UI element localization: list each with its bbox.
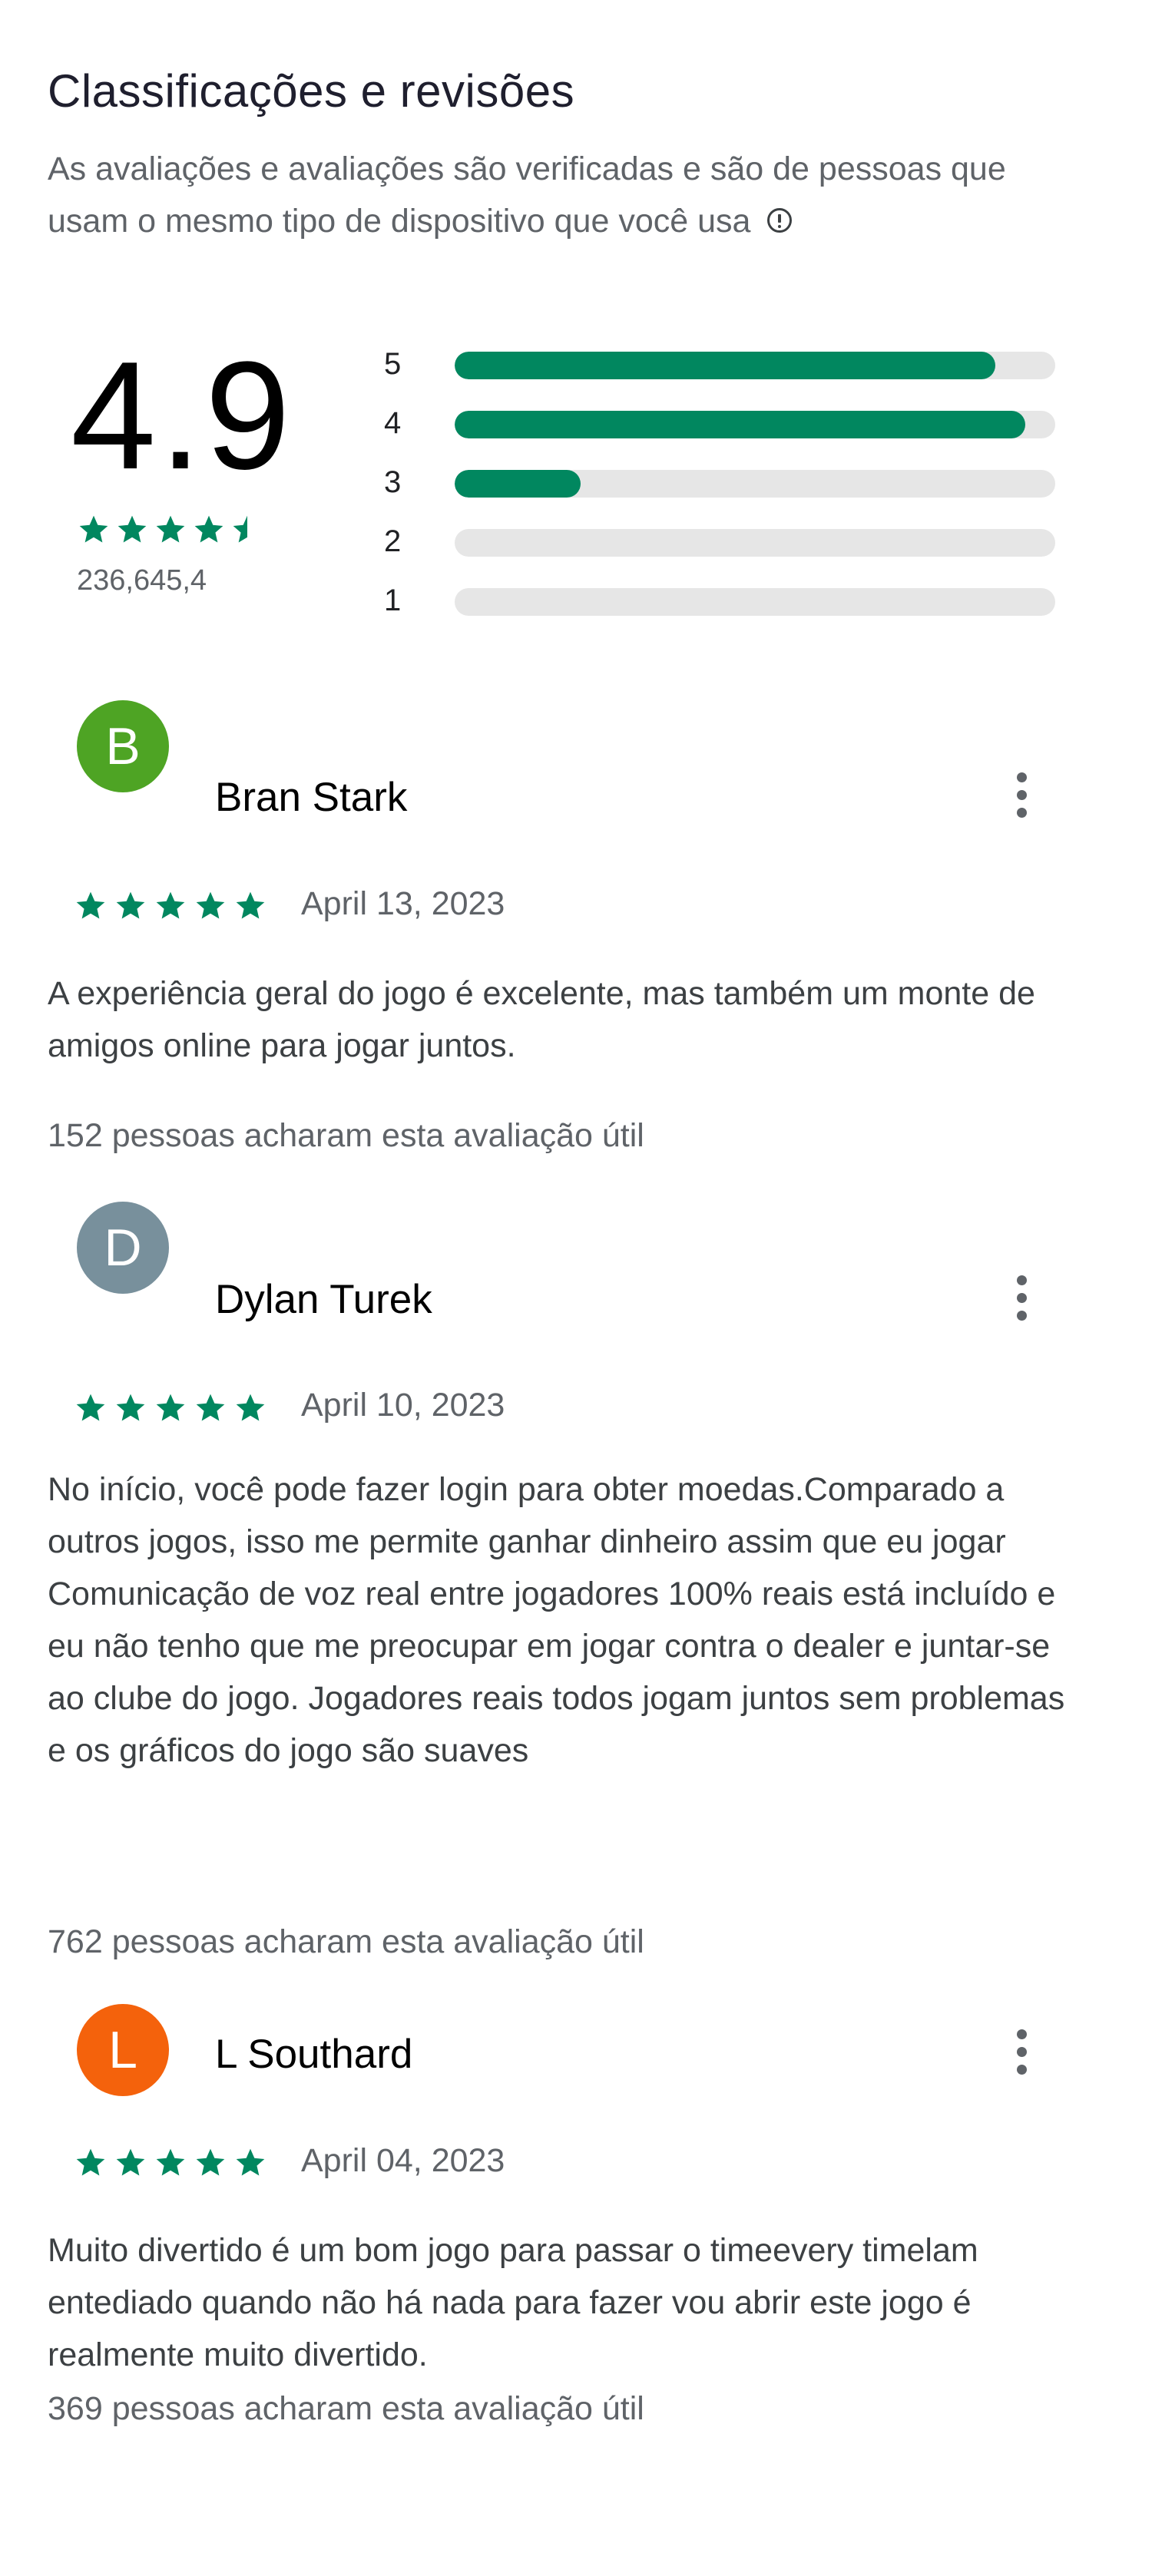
- reviewer-name: Dylan Turek: [215, 1277, 432, 1322]
- review-stars: [74, 1391, 267, 1425]
- reviewer-name: L Southard: [215, 2032, 413, 2077]
- rating-bar-track: [455, 588, 1055, 616]
- star-filled-icon: [156, 515, 185, 543]
- ratings-reviews-page: Classificações e revisões As avaliações …: [0, 0, 1152, 2576]
- star-filled-icon: [116, 2148, 145, 2176]
- info-circle-icon[interactable]: [767, 207, 793, 233]
- rating-bar-track: [455, 352, 1055, 379]
- star-filled-icon: [156, 891, 185, 919]
- rating-bar-row: 1: [384, 584, 1060, 643]
- star-filled-icon: [236, 2148, 265, 2176]
- rating-bar-track: [455, 470, 1055, 498]
- avatar: L: [77, 2004, 169, 2096]
- review-text: No início, você pode fazer login para ob…: [48, 1471, 1065, 1769]
- rating-bar-label: 1: [384, 584, 402, 617]
- more-options-button[interactable]: [1006, 2021, 1037, 2082]
- review-date: April 10, 2023: [301, 1387, 505, 1424]
- avatar: B: [77, 700, 169, 792]
- star-filled-icon: [76, 2148, 105, 2176]
- star-filled-icon: [156, 2148, 185, 2176]
- more-options-button[interactable]: [1006, 1267, 1037, 1328]
- rating-bar-fill: [455, 411, 1025, 438]
- rating-bar-label: 5: [384, 347, 402, 381]
- helpful-count: 369 pessoas acharam esta avaliação útil: [48, 2390, 644, 2427]
- subtitle-text: As avaliações e avaliações são verificad…: [48, 150, 1006, 240]
- rating-distribution: 5 4 3 2 1: [384, 347, 1060, 643]
- review-text: Muito divertido é um bom jogo para passa…: [48, 2232, 978, 2373]
- helpful-count: 762 pessoas acharam esta avaliação útil: [48, 1923, 644, 1960]
- star-filled-icon: [116, 1394, 145, 1421]
- review-stars: [74, 889, 267, 923]
- rating-bar-fill: [455, 470, 581, 498]
- star-filled-icon: [79, 515, 108, 543]
- star-filled-icon: [194, 515, 223, 543]
- star-filled-icon: [116, 891, 145, 919]
- more-vert-icon: [1016, 772, 1027, 782]
- reviewer-name: Bran Stark: [215, 775, 408, 820]
- review-date: April 04, 2023: [301, 2142, 505, 2179]
- rating-bar-fill: [455, 352, 995, 379]
- avatar: D: [77, 1202, 169, 1294]
- section-subtitle: As avaliações e avaliações são verificad…: [48, 143, 1077, 247]
- rating-bar-row: 4: [384, 406, 1060, 465]
- section-title: Classificações e revisões: [48, 65, 575, 117]
- star-filled-icon: [196, 891, 225, 919]
- star-filled-icon: [118, 515, 147, 543]
- review-text: A experiência geral do jogo é excelente,…: [48, 975, 1035, 1064]
- rating-bar-track: [455, 411, 1055, 438]
- more-vert-icon: [1016, 2029, 1027, 2039]
- star-filled-icon: [156, 1394, 185, 1421]
- helpful-count: 152 pessoas acharam esta avaliação útil: [48, 1117, 644, 1154]
- star-filled-icon: [76, 891, 105, 919]
- rating-bar-label: 3: [384, 465, 402, 499]
- more-vert-icon: [1016, 1275, 1027, 1285]
- star-filled-icon: [196, 1394, 225, 1421]
- star-filled-icon: [76, 1394, 105, 1421]
- rating-bar-track: [455, 529, 1055, 557]
- rating-bar-label: 2: [384, 524, 402, 558]
- more-options-button[interactable]: [1006, 764, 1037, 825]
- review-date: April 13, 2023: [301, 885, 505, 922]
- total-review-count: 236,645,4: [77, 564, 207, 597]
- star-filled-icon: [236, 1394, 265, 1421]
- rating-bar-row: 5: [384, 347, 1060, 406]
- rating-bar-label: 4: [384, 406, 402, 440]
- star-half-icon: [233, 515, 247, 543]
- star-filled-icon: [196, 2148, 225, 2176]
- rating-bar-row: 3: [384, 465, 1060, 524]
- rating-bar-row: 2: [384, 524, 1060, 584]
- average-rating: 4.9: [71, 330, 294, 501]
- star-filled-icon: [236, 891, 265, 919]
- review-stars: [74, 2146, 267, 2180]
- average-rating-stars: [77, 513, 264, 547]
